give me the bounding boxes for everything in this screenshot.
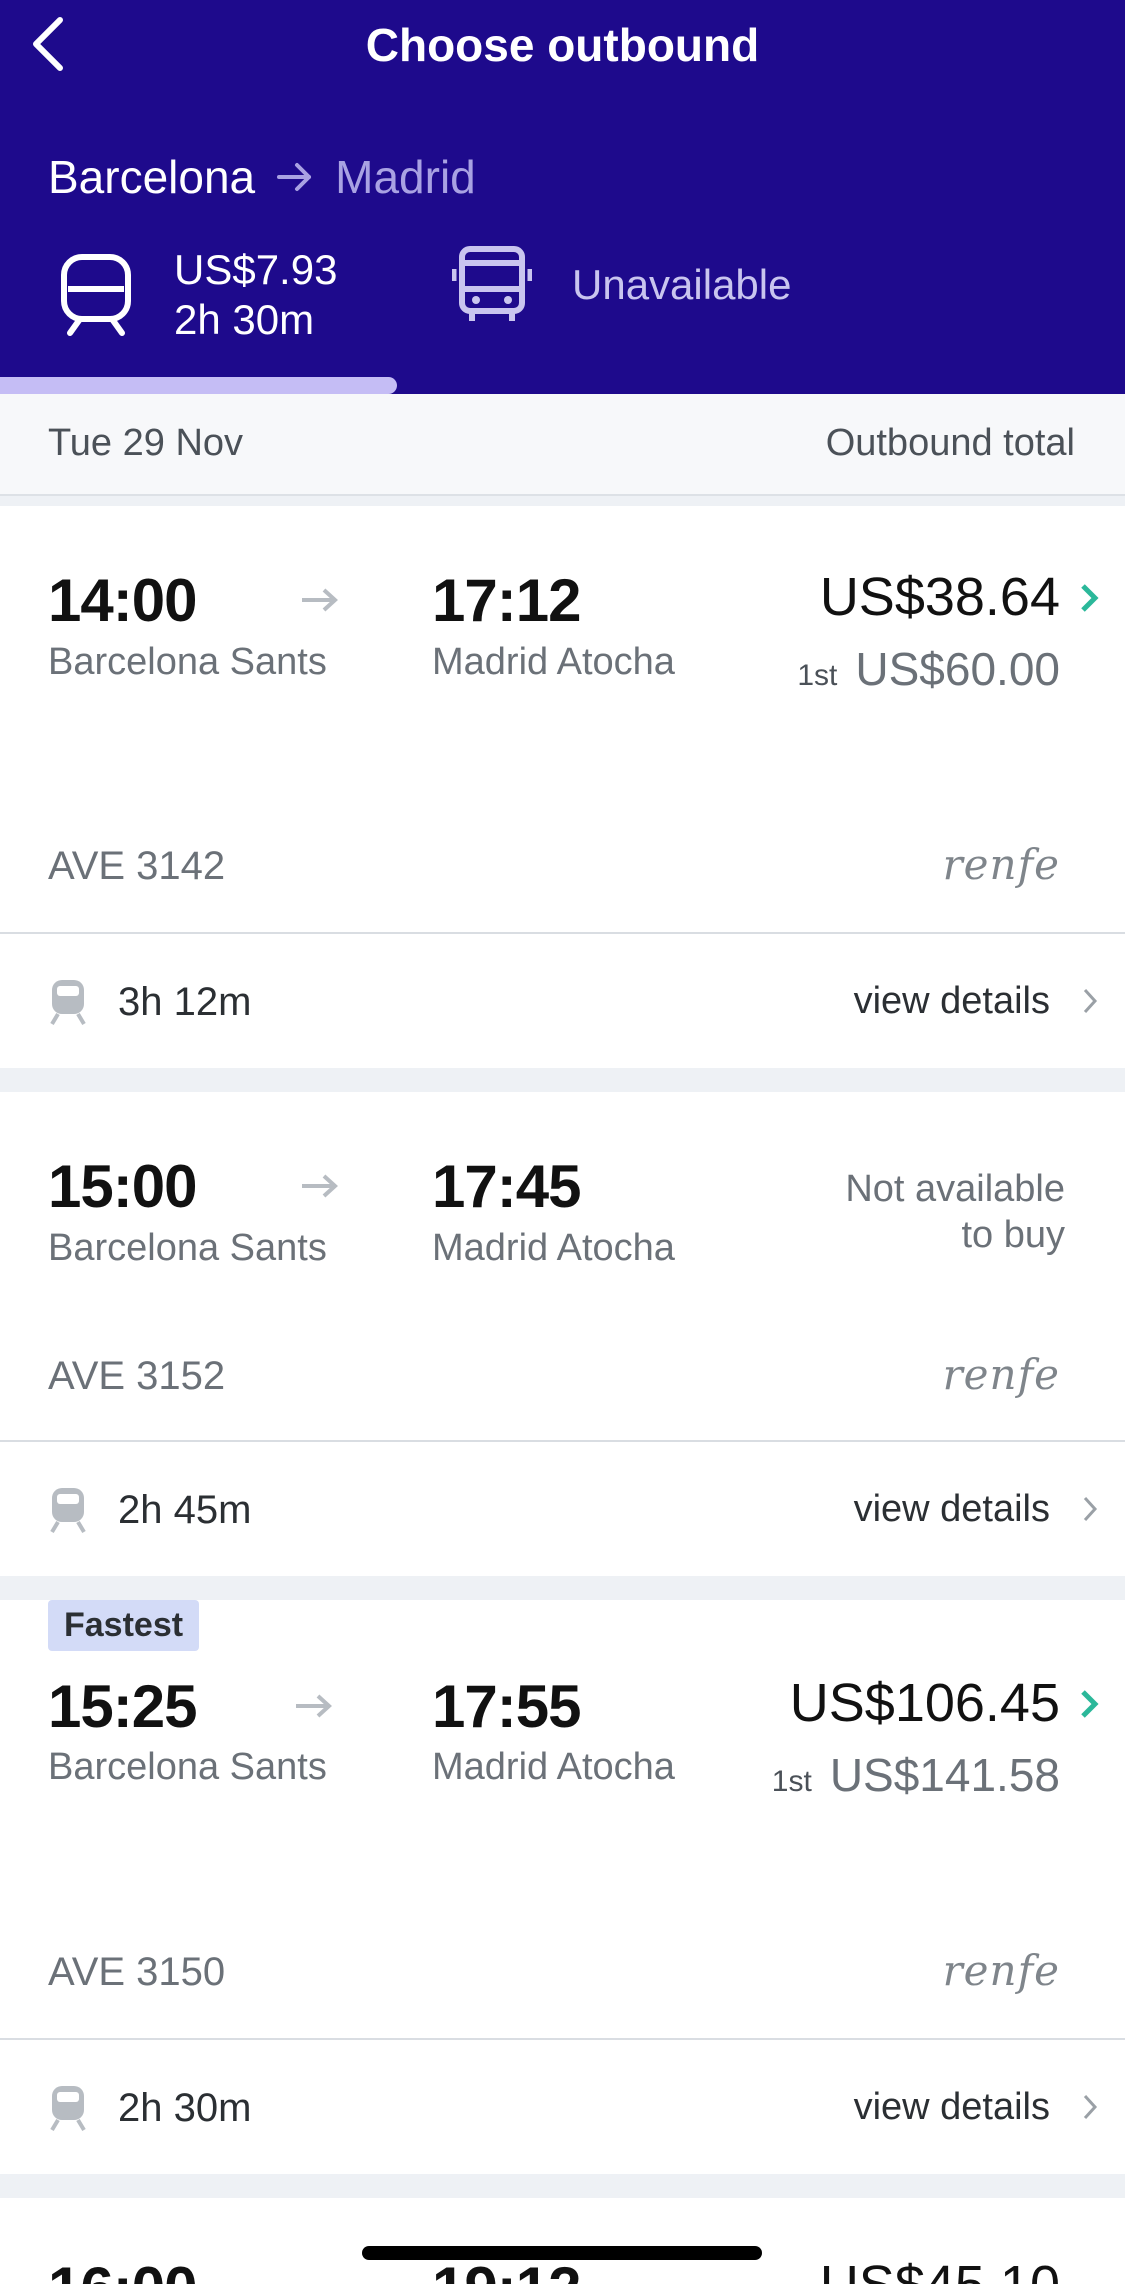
depart-time: 15:00 <box>48 1153 197 1220</box>
journey-duration: 2h 45m <box>118 1488 252 1532</box>
train-duration: 2h 30m <box>174 296 315 343</box>
arrow-right-icon <box>302 1174 338 1198</box>
arrive-station: Madrid Atocha <box>432 641 675 683</box>
first-class-value: US$141.58 <box>829 1749 1060 1801</box>
journey-card[interactable]: Fastest 15:25 17:55 Barcelona Sants Madr… <box>0 1600 1125 2174</box>
tab-indicator <box>0 377 397 394</box>
journey-card[interactable]: 14:00 17:12 Barcelona Sants Madrid Atoch… <box>0 506 1125 1068</box>
arrive-time: 17:55 <box>432 1673 581 1740</box>
journey-card[interactable]: 15:00 17:45 Barcelona Sants Madrid Atoch… <box>0 1092 1125 1576</box>
depart-station: Barcelona Sants <box>48 641 327 683</box>
standard-price[interactable]: US$38.64 <box>820 566 1060 628</box>
tab-bus[interactable]: Unavailable <box>452 245 791 325</box>
standard-price[interactable]: US$45.10 <box>820 2254 1060 2284</box>
chevron-right-icon[interactable] <box>1081 1494 1099 1524</box>
first-class-price[interactable]: 1st US$60.00 <box>797 642 1060 696</box>
fastest-badge: Fastest <box>48 1600 200 1651</box>
depart-station: Barcelona Sants <box>48 1227 327 1269</box>
route-arrow-icon <box>277 163 312 191</box>
tab-train[interactable]: US$7.93 2h 30m <box>58 245 337 345</box>
chevron-right-icon[interactable] <box>1081 986 1099 1016</box>
availability-line-2: to buy <box>961 1214 1065 1256</box>
standard-price[interactable]: US$106.45 <box>790 1672 1060 1734</box>
train-number: AVE 3150 <box>48 1950 226 1994</box>
train-icon <box>50 2086 86 2132</box>
arrive-time: 17:12 <box>432 567 581 634</box>
depart-time: 15:25 <box>48 1673 197 1740</box>
operator-logo: renfe <box>942 840 1060 889</box>
first-class-price[interactable]: 1st US$141.58 <box>772 1748 1060 1802</box>
first-class-value: US$60.00 <box>855 643 1060 695</box>
train-number: AVE 3152 <box>48 1354 226 1398</box>
view-details-link[interactable]: view details <box>854 980 1050 1023</box>
availability-status: Not available to buy <box>845 1166 1065 1258</box>
origin-label: Barcelona <box>48 151 256 203</box>
view-details-link[interactable]: view details <box>854 1488 1050 1531</box>
arrive-station: Madrid Atocha <box>432 1746 675 1788</box>
availability-line-1: Not available <box>845 1168 1065 1210</box>
chevron-right-icon[interactable] <box>1077 580 1103 616</box>
date-bar: Tue 29 Nov Outbound total <box>0 394 1125 496</box>
view-details-link[interactable]: view details <box>854 2086 1050 2129</box>
app-header: Choose outbound Barcelona Madrid US$7.93… <box>0 0 1125 394</box>
depart-time: 14:00 <box>48 567 197 634</box>
train-icon <box>61 254 131 336</box>
operator-logo: renfe <box>942 1946 1060 1995</box>
page-title: Choose outbound <box>365 19 760 71</box>
train-price: US$7.93 <box>174 246 338 293</box>
bus-status: Unavailable <box>572 261 792 308</box>
chevron-right-icon[interactable] <box>1077 1686 1103 1722</box>
destination-label: Madrid <box>335 151 476 203</box>
divider <box>0 2038 1125 2040</box>
arrive-time: 17:45 <box>432 1153 581 1220</box>
train-icon <box>50 980 86 1026</box>
home-indicator[interactable] <box>362 2246 762 2260</box>
arrive-station: Madrid Atocha <box>432 1227 675 1269</box>
depart-time: 16:00 <box>48 2254 197 2284</box>
journey-duration: 2h 30m <box>118 2086 252 2130</box>
divider <box>0 1440 1125 1442</box>
chevron-right-icon[interactable] <box>1081 2092 1099 2122</box>
arrow-right-icon <box>296 1694 332 1718</box>
journey-duration: 3h 12m <box>118 980 252 1024</box>
depart-station: Barcelona Sants <box>48 1746 327 1788</box>
train-icon <box>50 1488 86 1534</box>
arrow-right-icon <box>302 588 338 612</box>
route: Barcelona Madrid <box>48 150 476 204</box>
journey-card[interactable]: 16:00 19:12 US$45.10 <box>0 2198 1125 2284</box>
operator-logo: renfe <box>942 1350 1060 1399</box>
bus-icon <box>452 246 532 321</box>
outbound-total-label: Outbound total <box>825 422 1075 464</box>
divider <box>0 932 1125 934</box>
travel-date: Tue 29 Nov <box>48 422 244 464</box>
first-class-label: 1st <box>797 659 838 692</box>
first-class-label: 1st <box>771 1765 812 1798</box>
train-number: AVE 3142 <box>48 844 226 888</box>
